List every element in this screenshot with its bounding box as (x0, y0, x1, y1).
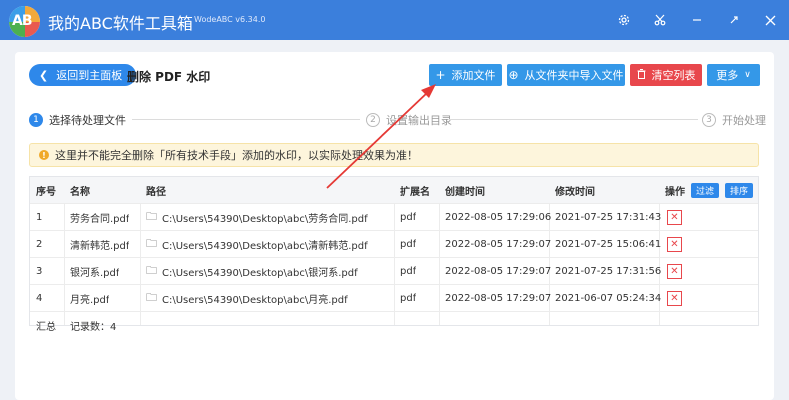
cell-path-text: C:\Users\54390\Desktop\abc\清新韩范.pdf (162, 241, 368, 252)
header-ext[interactable]: 扩展名 (400, 177, 430, 204)
title-bar: AB 我的ABC软件工具箱 WodeABC v6.34.0 (0, 0, 789, 40)
step-number: 3 (702, 113, 716, 127)
settings-icon[interactable] (610, 0, 638, 40)
step-label: 设置输出目录 (386, 114, 452, 127)
chevron-left-icon: ❮ (39, 68, 49, 82)
filter-button[interactable]: 过滤 (691, 183, 720, 198)
table-row[interactable]: 2 清新韩范.pdf 🗀 C:\Users\54390\Desktop\abc\清… (30, 231, 758, 258)
table-header: 序号 名称 路径 扩展名 创建时间 修改时间 操作 过滤 排序 (30, 177, 758, 204)
cell-path: 🗀 C:\Users\54390\Desktop\abc\月亮.pdf (146, 285, 348, 312)
table-row[interactable]: 1 劳务合同.pdf 🗀 C:\Users\54390\Desktop\abc\劳… (30, 204, 758, 231)
step-label: 开始处理 (722, 114, 766, 127)
add-file-label: 添加文件 (451, 69, 496, 82)
cell-action: ✕ (665, 285, 682, 312)
header-name[interactable]: 名称 (70, 177, 90, 204)
cell-name: 银河系.pdf (70, 268, 120, 279)
back-button-label: 返回到主面板 (56, 69, 123, 82)
folder-icon[interactable]: 🗀 (146, 208, 157, 227)
header-seq[interactable]: 序号 (36, 177, 56, 204)
more-button[interactable]: 更多 ∨ (707, 64, 760, 86)
cell-created: 2022-08-05 17:29:07 (445, 266, 552, 277)
folder-icon[interactable]: 🗀 (146, 235, 157, 254)
table-row[interactable]: 3 银河系.pdf 🗀 C:\Users\54390\Desktop\abc\银河… (30, 258, 758, 285)
step-1: 1 选择待处理文件 (29, 112, 126, 128)
chevron-down-icon: ∨ (744, 70, 751, 80)
cell-name: 月亮.pdf (70, 295, 110, 306)
cell-path: 🗀 C:\Users\54390\Desktop\abc\劳务合同.pdf (146, 204, 368, 231)
summary-row: 汇总 记录数：4 (30, 312, 758, 339)
cell-ext: pdf (400, 266, 417, 277)
app-logo: AB (9, 6, 40, 37)
sort-button[interactable]: 排序 (725, 183, 754, 198)
import-folder-label: 从文件夹中导入文件 (524, 69, 624, 82)
clear-list-label: 清空列表 (651, 69, 696, 82)
scissors-icon[interactable] (646, 0, 674, 40)
record-count: 记录数：4 (70, 322, 117, 333)
step-label: 选择待处理文件 (49, 114, 126, 127)
plus-icon: + (435, 68, 446, 82)
page-title: 删除 PDF 水印 (127, 70, 211, 84)
cell-path-text: C:\Users\54390\Desktop\abc\月亮.pdf (162, 295, 348, 306)
step-3: 3 开始处理 (702, 112, 766, 128)
header-action-label: 操作 (665, 187, 685, 198)
step-divider (448, 119, 698, 120)
file-table: 序号 名称 路径 扩展名 创建时间 修改时间 操作 过滤 排序 1 劳务合同.p… (29, 176, 759, 333)
header-modified[interactable]: 修改时间 (555, 177, 595, 204)
minimize-icon[interactable] (683, 0, 711, 40)
cell-action: ✕ (665, 231, 682, 258)
header-action: 操作 过滤 排序 (665, 177, 754, 204)
folder-icon[interactable]: 🗀 (146, 289, 157, 308)
cell-seq: 4 (36, 293, 43, 304)
circle-plus-icon: ⊕ (508, 68, 519, 82)
cell-modified: 2021-07-25 15:06:41 (555, 239, 662, 250)
step-2: 2 设置输出目录 (366, 112, 452, 128)
maximize-icon[interactable] (720, 0, 748, 40)
cell-action: ✕ (665, 258, 682, 285)
cell-ext: pdf (400, 293, 417, 304)
cell-action: ✕ (665, 204, 682, 231)
clear-list-button[interactable]: 清空列表 (630, 64, 702, 86)
cell-name: 劳务合同.pdf (70, 214, 130, 225)
header-path[interactable]: 路径 (146, 177, 166, 204)
cell-seq: 2 (36, 239, 43, 250)
cell-ext: pdf (400, 239, 417, 250)
delete-row-button[interactable]: ✕ (667, 291, 682, 306)
delete-row-button[interactable]: ✕ (667, 237, 682, 252)
app-version: WodeABC v6.34.0 (194, 15, 266, 24)
delete-row-button[interactable]: ✕ (667, 264, 682, 279)
cell-ext: pdf (400, 212, 417, 223)
warning-icon: ! (39, 150, 49, 160)
close-icon[interactable] (756, 0, 784, 40)
more-label: 更多 (716, 69, 739, 82)
main-panel: ❮ 返回到主面板 删除 PDF 水印 + 添加文件 ⊕ 从文件夹中导入文件 清空… (15, 52, 774, 400)
cell-name: 清新韩范.pdf (70, 241, 130, 252)
back-to-main-button[interactable]: ❮ 返回到主面板 (29, 64, 136, 86)
trash-icon (637, 68, 646, 82)
delete-row-button[interactable]: ✕ (667, 210, 682, 225)
cell-path-text: C:\Users\54390\Desktop\abc\银河系.pdf (162, 268, 358, 279)
cell-created: 2022-08-05 17:29:07 (445, 293, 552, 304)
table-row[interactable]: 4 月亮.pdf 🗀 C:\Users\54390\Desktop\abc\月亮.… (30, 285, 758, 312)
import-folder-button[interactable]: ⊕ 从文件夹中导入文件 (507, 64, 625, 86)
folder-icon[interactable]: 🗀 (146, 262, 157, 281)
cell-modified: 2021-07-25 17:31:56 (555, 266, 662, 277)
step-number: 2 (366, 113, 380, 127)
cell-created: 2022-08-05 17:29:06 (445, 212, 552, 223)
step-divider (132, 119, 360, 120)
cell-modified: 2021-07-25 17:31:43 (555, 212, 662, 223)
cell-seq: 1 (36, 212, 43, 223)
cell-path: 🗀 C:\Users\54390\Desktop\abc\清新韩范.pdf (146, 231, 368, 258)
cell-created: 2022-08-05 17:29:07 (445, 239, 552, 250)
step-number: 1 (29, 113, 43, 127)
header-created[interactable]: 创建时间 (445, 177, 485, 204)
cell-path: 🗀 C:\Users\54390\Desktop\abc\银河系.pdf (146, 258, 358, 285)
cell-seq: 3 (36, 266, 43, 277)
summary-label: 汇总 (36, 322, 56, 333)
notice-text: 这里并不能完全删除「所有技术手段」添加的水印，以实际处理效果为准！ (55, 149, 418, 162)
cell-modified: 2021-06-07 05:24:34 (555, 293, 662, 304)
app-title: 我的ABC软件工具箱 (48, 14, 193, 33)
warning-notice: ! 这里并不能完全删除「所有技术手段」添加的水印，以实际处理效果为准！ (29, 143, 759, 167)
cell-path-text: C:\Users\54390\Desktop\abc\劳务合同.pdf (162, 214, 368, 225)
add-file-button[interactable]: + 添加文件 (429, 64, 502, 86)
